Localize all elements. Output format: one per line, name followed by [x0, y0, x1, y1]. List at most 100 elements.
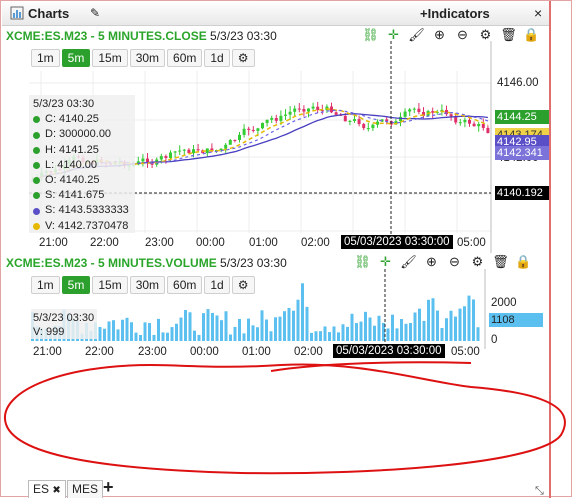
volume-bar [458, 308, 462, 341]
candle-body [164, 156, 168, 158]
volume-bar [413, 312, 417, 341]
last-price-tag: 4144.25 [495, 110, 549, 124]
zoom-out-icon[interactable]: ⊖ [443, 254, 466, 270]
volume-bar [373, 325, 376, 341]
volume-bar [98, 326, 102, 341]
candle-body [242, 128, 246, 135]
candle-body [311, 106, 315, 109]
volume-bar [215, 315, 219, 341]
tab-close-icon[interactable]: ✖ [52, 485, 60, 496]
indicators-button[interactable]: +Indicators [420, 6, 490, 21]
volume-bar [427, 299, 430, 341]
tab-es[interactable]: ES ✖ [28, 480, 66, 498]
annotation-ellipse-stroke [3, 363, 566, 475]
lock-icon[interactable]: 🔒 [512, 254, 535, 270]
volume-bar [229, 334, 232, 341]
crosshair-icon[interactable]: ✛ [374, 254, 397, 270]
legend-dot [33, 116, 40, 124]
candle-body [357, 119, 361, 124]
volume-bar [148, 323, 151, 341]
candle-body [274, 117, 278, 121]
volume-header-datetime: 5/3/23 03:30 [220, 256, 287, 270]
crosshair-price-tag: 4140.192 [495, 186, 549, 200]
volume-bar [391, 314, 394, 341]
candle-body [159, 156, 163, 160]
legend-item-close: C: 4140.25 [33, 112, 131, 127]
volume-legend: 5/3/23 03:30 V: 999 [31, 309, 97, 339]
volume-legend-date: 5/3/23 03:30 [33, 312, 95, 324]
candle-body [288, 111, 292, 115]
volume-bar [206, 309, 210, 341]
volume-chart-header: XCME:ES.M23 - 5 MINUTES.VOLUME 5/3/23 03… [6, 256, 287, 270]
candle-body [486, 127, 490, 133]
settings-gear-icon[interactable]: ⚙ [466, 254, 489, 270]
edit-title-pencil-icon[interactable]: ✎ [90, 6, 100, 20]
volume-bar [125, 317, 129, 341]
volume-bar [476, 327, 480, 341]
legend-dot [33, 222, 40, 230]
volume-chart-toolbar: ⛓ ✛ 🖌 ⊕ ⊖ ⚙ 🗑 🔒 [351, 254, 535, 270]
candle-body [141, 158, 145, 162]
volume-bar [310, 332, 313, 341]
volume-bar [377, 315, 381, 341]
legend-item-open: O: 4140.25 [33, 173, 131, 188]
price-x-tick: 01:00 [249, 237, 278, 249]
volume-bar [193, 330, 196, 341]
tab-es-label: ES [33, 482, 50, 496]
candle-body [279, 115, 283, 121]
legend-dot [33, 177, 40, 185]
price-x-tick: 02:00 [301, 237, 330, 249]
volume-bar [112, 320, 115, 341]
candle-body [307, 108, 310, 112]
volume-bar [431, 298, 435, 341]
legend-item-low: L: 4140.00 [33, 158, 131, 173]
volume-bar [179, 317, 183, 341]
sma-dash-price-tag: 4142.341 [495, 146, 549, 160]
link-icon[interactable]: ⛓ [351, 254, 374, 270]
volume-bar [166, 332, 169, 341]
brush-icon[interactable]: 🖌 [397, 254, 420, 270]
zoom-in-icon[interactable]: ⊕ [420, 254, 443, 270]
volume-bar [256, 327, 259, 341]
red-annotation-overlay [3, 361, 566, 475]
volume-bar [463, 306, 466, 341]
legend-item-v: V: 4142.7370478 [33, 219, 131, 234]
candle-body [284, 114, 287, 116]
resize-handle-icon[interactable]: ⤡ [535, 485, 544, 498]
volume-bar [130, 322, 133, 341]
candle-body [371, 124, 375, 129]
tab-mes[interactable]: MES [67, 480, 104, 498]
volume-bar [454, 316, 457, 341]
add-tab-plus-icon[interactable]: + [103, 477, 114, 498]
legend-dot [33, 146, 40, 154]
candle-body [205, 148, 209, 154]
candle-body [472, 123, 476, 127]
charts-window: Charts ✎ +Indicators × XCME:ES.M23 - 5 M… [0, 0, 572, 498]
volume-bar [278, 316, 282, 341]
legend-item-s2: S: 4143.5333333 [33, 203, 131, 218]
candle-body [408, 109, 412, 112]
volume-bar [220, 320, 223, 341]
volume-bar [202, 313, 205, 341]
volume-bar [418, 308, 421, 341]
candle-body [238, 134, 241, 140]
volume-legend-value: V: 999 [33, 326, 65, 338]
volume-bar [445, 318, 448, 341]
volume-bar [296, 299, 300, 341]
volume-bar [323, 326, 327, 341]
delete-trash-icon[interactable]: 🗑 [489, 254, 512, 270]
volume-bar [116, 329, 120, 341]
tab-mes-label: MES [72, 482, 99, 496]
volume-bar [238, 318, 241, 341]
volume-bar [274, 317, 277, 341]
price-x-tick: 00:00 [196, 237, 225, 249]
close-window-icon[interactable]: × [534, 5, 542, 21]
candle-body [192, 149, 195, 154]
volume-bar [409, 323, 412, 341]
candle-body [293, 108, 297, 112]
volume-y-tick: 0 [491, 334, 498, 346]
volume-bar [332, 326, 336, 341]
candle-body [224, 144, 228, 149]
volume-bar [211, 312, 214, 341]
candle-body [348, 120, 352, 122]
